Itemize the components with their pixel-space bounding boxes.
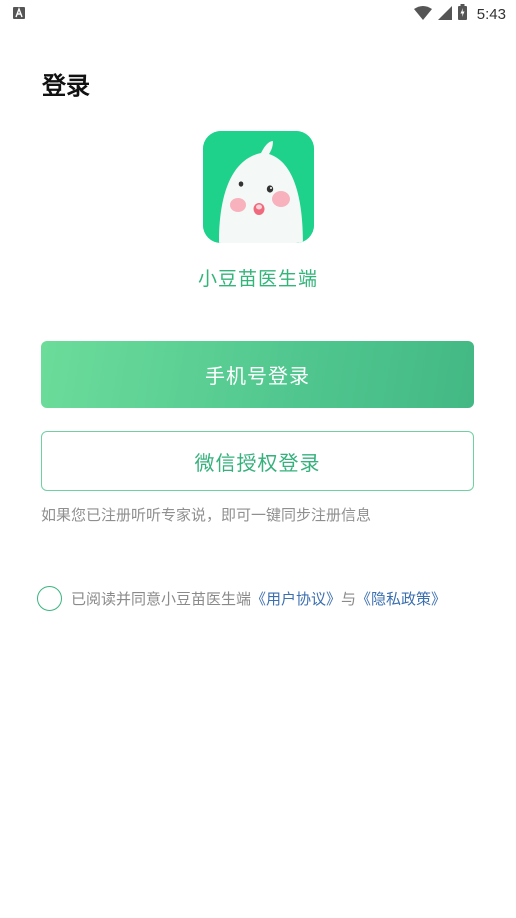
notification-app-icon <box>13 7 25 19</box>
agreement-text: 已阅读并同意小豆苗医生端《用户协议》与《隐私政策》 <box>71 588 446 609</box>
privacy-policy-link[interactable]: 《隐私政策》 <box>356 590 446 608</box>
agreement-conjunction: 与 <box>341 589 357 608</box>
app-name: 小豆苗医生端 <box>197 268 318 290</box>
wechat-login-button[interactable]: 微信授权登录 <box>41 431 474 491</box>
battery-charging-icon <box>457 4 467 24</box>
wechat-login-label: 微信授权登录 <box>194 450 321 475</box>
phone-login-button[interactable]: 手机号登录 <box>41 341 474 408</box>
phone-login-label: 手机号登录 <box>205 364 310 388</box>
agreement-checkbox[interactable] <box>37 585 62 611</box>
status-bar: 5:43 <box>0 0 516 28</box>
agreement-row: 已阅读并同意小豆苗医生端《用户协议》与《隐私政策》 <box>37 585 446 611</box>
signal-icon <box>437 5 452 24</box>
user-agreement-link[interactable]: 《用户协议》 <box>251 590 341 608</box>
wifi-icon <box>413 5 432 24</box>
sync-hint-text: 如果您已注册听听专家说，即可一键同步注册信息 <box>41 506 372 524</box>
page-title: 登录 <box>42 72 90 100</box>
agreement-prefix: 已阅读并同意小豆苗医生端 <box>71 589 252 608</box>
status-time: 5:43 <box>476 5 506 23</box>
mascot-logo-icon <box>203 131 314 243</box>
